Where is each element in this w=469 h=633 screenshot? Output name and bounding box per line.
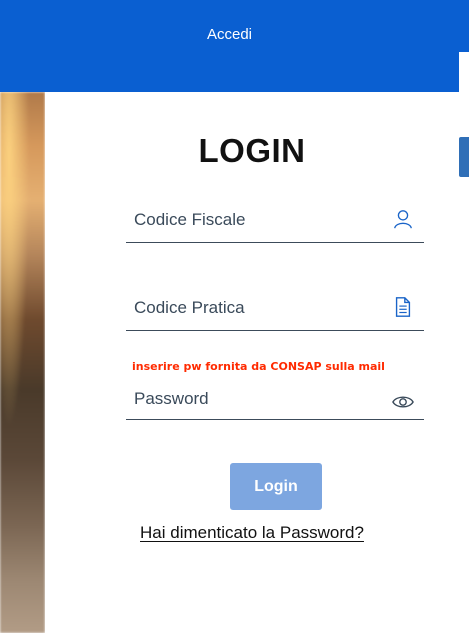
password-field[interactable]: Password: [126, 379, 424, 420]
codice-pratica-field[interactable]: Codice Pratica: [126, 290, 424, 331]
forgot-password-container: Hai dimenticato la Password?: [45, 523, 459, 543]
login-heading: LOGIN: [198, 132, 306, 169]
user-icon: [394, 210, 412, 229]
codice-fiscale-placeholder: Codice Fiscale: [134, 210, 246, 229]
codice-fiscale-field[interactable]: Codice Fiscale: [126, 202, 424, 243]
background-header-strip: [459, 0, 469, 52]
codice-pratica-placeholder: Codice Pratica: [134, 298, 245, 317]
login-button[interactable]: Login: [230, 463, 322, 510]
modal-title: Accedi: [206, 26, 253, 43]
document-icon: [395, 297, 411, 317]
password-placeholder: Password: [134, 389, 209, 408]
password-hint: inserire pw fornita da CONSAP sulla mail: [132, 360, 385, 373]
background-logo: [459, 137, 469, 177]
background-page: [459, 0, 469, 633]
forgot-password-link[interactable]: Hai dimenticato la Password?: [140, 523, 364, 542]
eye-icon[interactable]: [392, 391, 414, 413]
modal-header: Accedi: [0, 0, 459, 92]
background-landscape-image: [0, 92, 45, 633]
login-modal: LOGIN Codice Fiscale Codice Pratica inse…: [45, 92, 459, 633]
